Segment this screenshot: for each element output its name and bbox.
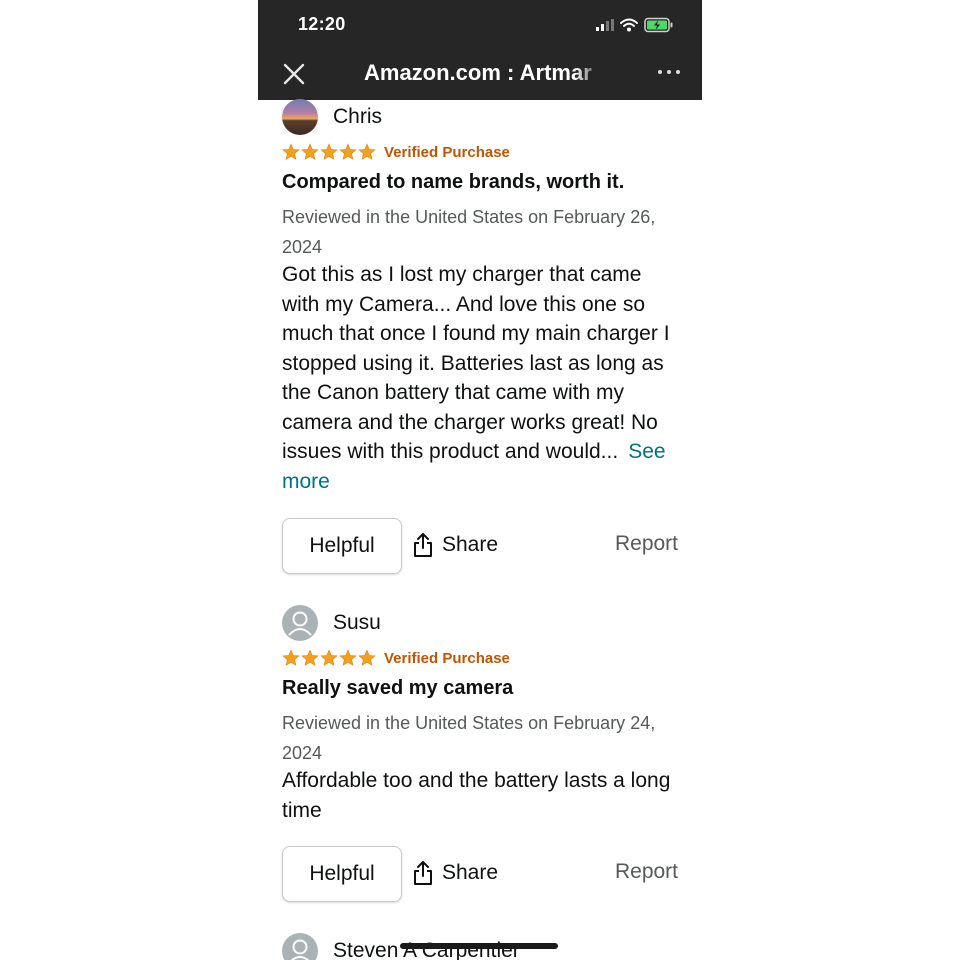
battery-icon bbox=[644, 17, 673, 33]
status-icons bbox=[596, 16, 674, 34]
rating-line: Verified Purchase bbox=[282, 141, 510, 163]
avatar bbox=[282, 99, 318, 135]
report-link[interactable]: Report bbox=[615, 860, 678, 884]
user-icon bbox=[282, 933, 318, 960]
review-actions: Helpful Share Report bbox=[282, 846, 678, 902]
report-link[interactable]: Report bbox=[615, 532, 678, 556]
helpful-button[interactable]: Helpful bbox=[282, 518, 402, 574]
reviewer-name: Chris bbox=[333, 105, 383, 128]
review-date: Reviewed in the United States on Februar… bbox=[282, 207, 656, 257]
phone-screen: 12:20 Amazon.com : Artmar Chris Verified… bbox=[258, 0, 702, 960]
review-actions: Helpful Share Report bbox=[282, 518, 678, 574]
star-icon bbox=[339, 143, 357, 160]
review-title: Compared to name brands, worth it. bbox=[282, 171, 625, 193]
star-icon bbox=[301, 143, 319, 160]
share-icon bbox=[414, 533, 432, 557]
share-label: Share bbox=[442, 533, 499, 556]
close-icon[interactable] bbox=[278, 58, 310, 90]
wifi-icon bbox=[620, 18, 638, 32]
share-button[interactable]: Share bbox=[412, 858, 498, 888]
browser-header: 12:20 Amazon.com : Artmar bbox=[258, 0, 702, 100]
star-icon bbox=[282, 143, 300, 160]
review-title: Really saved my camera bbox=[282, 677, 514, 699]
star-icon bbox=[320, 143, 338, 160]
page-title: Amazon.com : Artmar bbox=[364, 60, 592, 85]
home-indicator[interactable] bbox=[400, 943, 558, 949]
status-time: 12:20 bbox=[298, 14, 346, 34]
star-icon bbox=[282, 649, 300, 666]
review-card: Chris Verified Purchase Compared to name… bbox=[282, 99, 682, 579]
reviewer-name: Susu bbox=[333, 611, 381, 634]
verified-purchase-badge: Verified Purchase bbox=[384, 649, 510, 667]
signal-icon bbox=[596, 19, 614, 31]
review-date: Reviewed in the United States on Februar… bbox=[282, 713, 656, 763]
star-icon bbox=[320, 649, 338, 666]
share-label: Share bbox=[442, 861, 499, 884]
review-body-text: Got this as I lost my charger that came … bbox=[282, 263, 670, 463]
star-icon bbox=[358, 143, 376, 160]
star-icon bbox=[301, 649, 319, 666]
title-fade bbox=[574, 56, 606, 90]
review-body: Got this as I lost my charger that came … bbox=[282, 260, 682, 496]
user-icon bbox=[282, 605, 318, 641]
share-button[interactable]: Share bbox=[412, 530, 498, 560]
review-body: Affordable too and the battery lasts a l… bbox=[282, 766, 682, 825]
star-icon bbox=[358, 649, 376, 666]
star-rating bbox=[282, 649, 376, 667]
review-body-text: Affordable too and the battery lasts a l… bbox=[282, 769, 671, 822]
share-icon bbox=[414, 861, 432, 885]
helpful-button[interactable]: Helpful bbox=[282, 846, 402, 902]
star-icon bbox=[339, 649, 357, 666]
review-card: Susu Verified Purchase Really saved my c… bbox=[282, 605, 682, 905]
rating-line: Verified Purchase bbox=[282, 647, 510, 669]
verified-purchase-badge: Verified Purchase bbox=[384, 143, 510, 161]
reviewer: Chris bbox=[282, 99, 382, 135]
star-rating bbox=[282, 143, 376, 161]
more-icon[interactable] bbox=[658, 70, 680, 74]
reviewer: Susu bbox=[282, 605, 381, 641]
